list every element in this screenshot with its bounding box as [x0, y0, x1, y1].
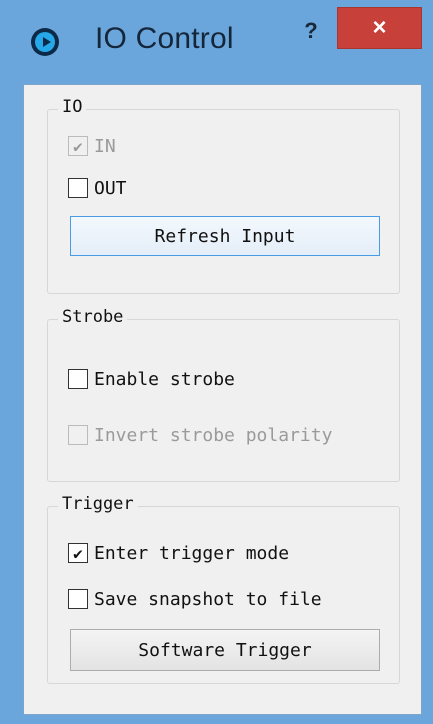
invert-strobe-checkbox[interactable]: [68, 425, 88, 445]
window-title: IO Control: [95, 22, 234, 55]
invert-strobe-row: Invert strobe polarity: [68, 423, 332, 447]
trigger-mode-checkbox[interactable]: ✔: [68, 543, 88, 563]
trigger-mode-label[interactable]: Enter trigger mode: [94, 543, 289, 564]
in-checkbox-row: ✔ IN: [68, 134, 116, 158]
check-icon: ✔: [73, 543, 83, 563]
enable-strobe-checkbox[interactable]: [68, 369, 88, 389]
io-group-label: IO: [58, 97, 87, 117]
dialog-body: IO ✔ IN OUT Refresh Input Strobe Enable …: [23, 84, 422, 715]
out-checkbox-row: OUT: [68, 176, 127, 200]
help-button[interactable]: ?: [295, 14, 327, 48]
software-trigger-button[interactable]: Software Trigger: [70, 629, 380, 671]
enable-strobe-label[interactable]: Enable strobe: [94, 369, 235, 390]
in-label: IN: [94, 135, 116, 157]
close-icon: ×: [372, 14, 387, 41]
trigger-groupbox: Trigger ✔ Enter trigger mode Save snapsh…: [47, 494, 400, 684]
refresh-input-button[interactable]: Refresh Input: [70, 216, 380, 256]
title-bar[interactable]: IO Control ? ×: [0, 0, 433, 84]
enable-strobe-row: Enable strobe: [68, 367, 235, 391]
invert-strobe-label: Invert strobe polarity: [94, 424, 333, 446]
trigger-mode-row: ✔ Enter trigger mode: [68, 541, 289, 565]
app-icon: [31, 28, 59, 56]
out-label[interactable]: OUT: [94, 178, 127, 199]
close-button[interactable]: ×: [337, 7, 422, 49]
save-snapshot-label[interactable]: Save snapshot to file: [94, 589, 322, 610]
trigger-group-label: Trigger: [58, 494, 138, 514]
save-snapshot-row: Save snapshot to file: [68, 587, 322, 611]
io-control-window: IO Control ? × IO ✔ IN OUT Refresh Input…: [0, 0, 433, 724]
out-checkbox[interactable]: [68, 178, 88, 198]
check-icon: ✔: [73, 136, 83, 156]
in-checkbox[interactable]: ✔: [68, 136, 88, 156]
save-snapshot-checkbox[interactable]: [68, 589, 88, 609]
io-groupbox: IO ✔ IN OUT Refresh Input: [47, 97, 400, 294]
strobe-groupbox: Strobe Enable strobe Invert strobe polar…: [47, 307, 400, 482]
strobe-group-label: Strobe: [58, 307, 128, 327]
